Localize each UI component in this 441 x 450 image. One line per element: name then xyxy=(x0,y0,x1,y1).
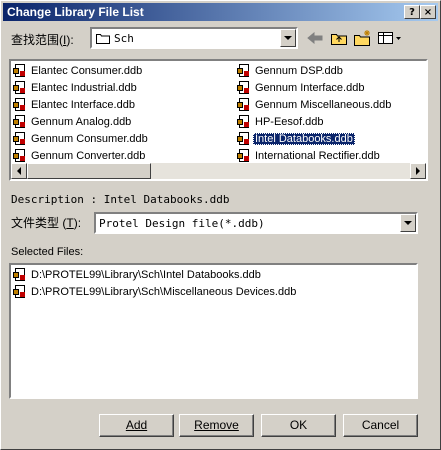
view-menu-icon[interactable] xyxy=(377,28,403,48)
database-file-icon xyxy=(13,132,27,146)
file-name: Gennum Converter.ddb xyxy=(31,150,146,162)
file-name: Gennum Consumer.ddb xyxy=(31,133,148,145)
database-file-icon xyxy=(13,81,27,95)
file-name: Gennum Interface.ddb xyxy=(255,82,365,94)
scroll-thumb[interactable] xyxy=(27,163,151,179)
selected-file-path: D:\PROTEL99\Library\Sch\Intel Databooks.… xyxy=(31,269,261,281)
filetype-label: 文件类型 (T): xyxy=(11,216,82,230)
add-button[interactable]: Add xyxy=(99,414,174,437)
close-button[interactable]: × xyxy=(420,5,436,19)
file-name: HP-Eesof.ddb xyxy=(255,116,324,128)
arrow-left-icon xyxy=(17,167,21,175)
file-list-item[interactable]: Intel Databooks.ddb xyxy=(237,131,355,147)
up-folder-icon[interactable] xyxy=(329,28,349,48)
file-list-item[interactable]: Gennum DSP.ddb xyxy=(237,63,345,79)
folder-icon xyxy=(96,32,110,44)
filetype-value: Protel Design file(*.ddb) xyxy=(99,217,265,230)
title-bar: Change Library File List ? × xyxy=(3,3,438,21)
lookin-combo[interactable]: Sch xyxy=(90,27,298,49)
chevron-down-icon xyxy=(284,36,292,40)
file-list-item[interactable]: Gennum Converter.ddb xyxy=(13,148,147,164)
file-name: Elantec Interface.ddb xyxy=(31,99,135,111)
file-list-item[interactable]: HP-Eesof.ddb xyxy=(237,114,325,130)
database-file-icon xyxy=(237,115,251,129)
arrow-right-icon xyxy=(416,167,420,175)
lookin-value: Sch xyxy=(114,32,134,45)
selected-file-path: D:\PROTEL99\Library\Sch\Miscellaneous De… xyxy=(31,286,297,298)
lookin-dropdown-arrow[interactable] xyxy=(280,29,296,47)
database-file-icon xyxy=(237,149,251,163)
file-name: Intel Databooks.ddb xyxy=(253,133,355,145)
database-file-icon xyxy=(13,268,27,282)
filetype-dropdown-arrow[interactable] xyxy=(400,214,416,232)
cancel-button[interactable]: Cancel xyxy=(343,414,418,437)
database-file-icon xyxy=(13,149,27,163)
file-list-item[interactable]: Elantec Industrial.ddb xyxy=(13,80,139,96)
description-text: Description : Intel Databooks.ddb xyxy=(11,193,230,206)
database-file-icon xyxy=(237,98,251,112)
scroll-right-button[interactable] xyxy=(410,163,426,179)
database-file-icon xyxy=(13,98,27,112)
back-arrow-icon[interactable] xyxy=(305,28,325,48)
database-file-icon xyxy=(13,285,27,299)
file-list-item[interactable]: Gennum Miscellaneous.ddb xyxy=(237,97,393,113)
file-list-item[interactable]: Gennum Analog.ddb xyxy=(13,114,133,130)
selected-files-list[interactable]: D:\PROTEL99\Library\Sch\Intel Databooks.… xyxy=(9,263,418,399)
database-file-icon xyxy=(237,81,251,95)
change-library-dialog: Change Library File List ? × 查找范围(I): Sc… xyxy=(0,0,441,450)
database-file-icon xyxy=(237,132,251,146)
file-list-item[interactable]: Gennum Consumer.ddb xyxy=(13,131,150,147)
file-name: Elantec Industrial.ddb xyxy=(31,82,137,94)
file-name: Elantec Consumer.ddb xyxy=(31,65,143,77)
file-name: International Rectifier.ddb xyxy=(255,150,380,162)
database-file-icon xyxy=(13,115,27,129)
help-button[interactable]: ? xyxy=(404,5,420,19)
file-list-item[interactable]: International Rectifier.ddb xyxy=(237,148,382,164)
chevron-down-icon xyxy=(404,221,412,225)
new-folder-icon[interactable] xyxy=(353,28,373,48)
filetype-combo[interactable]: Protel Design file(*.ddb) xyxy=(94,212,418,234)
selected-file-item[interactable]: D:\PROTEL99\Library\Sch\Miscellaneous De… xyxy=(13,284,298,300)
file-name: Gennum Miscellaneous.ddb xyxy=(255,99,392,111)
selected-files-label: Selected Files: xyxy=(11,246,84,258)
lookin-label: 查找范围(I): xyxy=(11,33,74,47)
dialog-title: Change Library File List xyxy=(7,5,144,19)
remove-button[interactable]: Remove xyxy=(179,414,254,437)
nav-toolbar xyxy=(305,28,405,48)
file-name: Gennum Analog.ddb xyxy=(31,116,132,128)
ok-button[interactable]: OK xyxy=(261,414,336,437)
database-file-icon xyxy=(13,64,27,78)
file-list-item[interactable]: Elantec Interface.ddb xyxy=(13,97,137,113)
file-list-item[interactable]: Gennum Interface.ddb xyxy=(237,80,366,96)
scroll-left-button[interactable] xyxy=(11,163,27,179)
database-file-icon xyxy=(237,64,251,78)
selected-file-item[interactable]: D:\PROTEL99\Library\Sch\Intel Databooks.… xyxy=(13,267,263,283)
horizontal-scrollbar[interactable] xyxy=(11,163,426,179)
file-name: Gennum DSP.ddb xyxy=(255,65,343,77)
file-list-item[interactable]: Elantec Consumer.ddb xyxy=(13,63,144,79)
file-list[interactable]: Elantec Consumer.ddb Elantec Industrial.d… xyxy=(9,59,428,181)
